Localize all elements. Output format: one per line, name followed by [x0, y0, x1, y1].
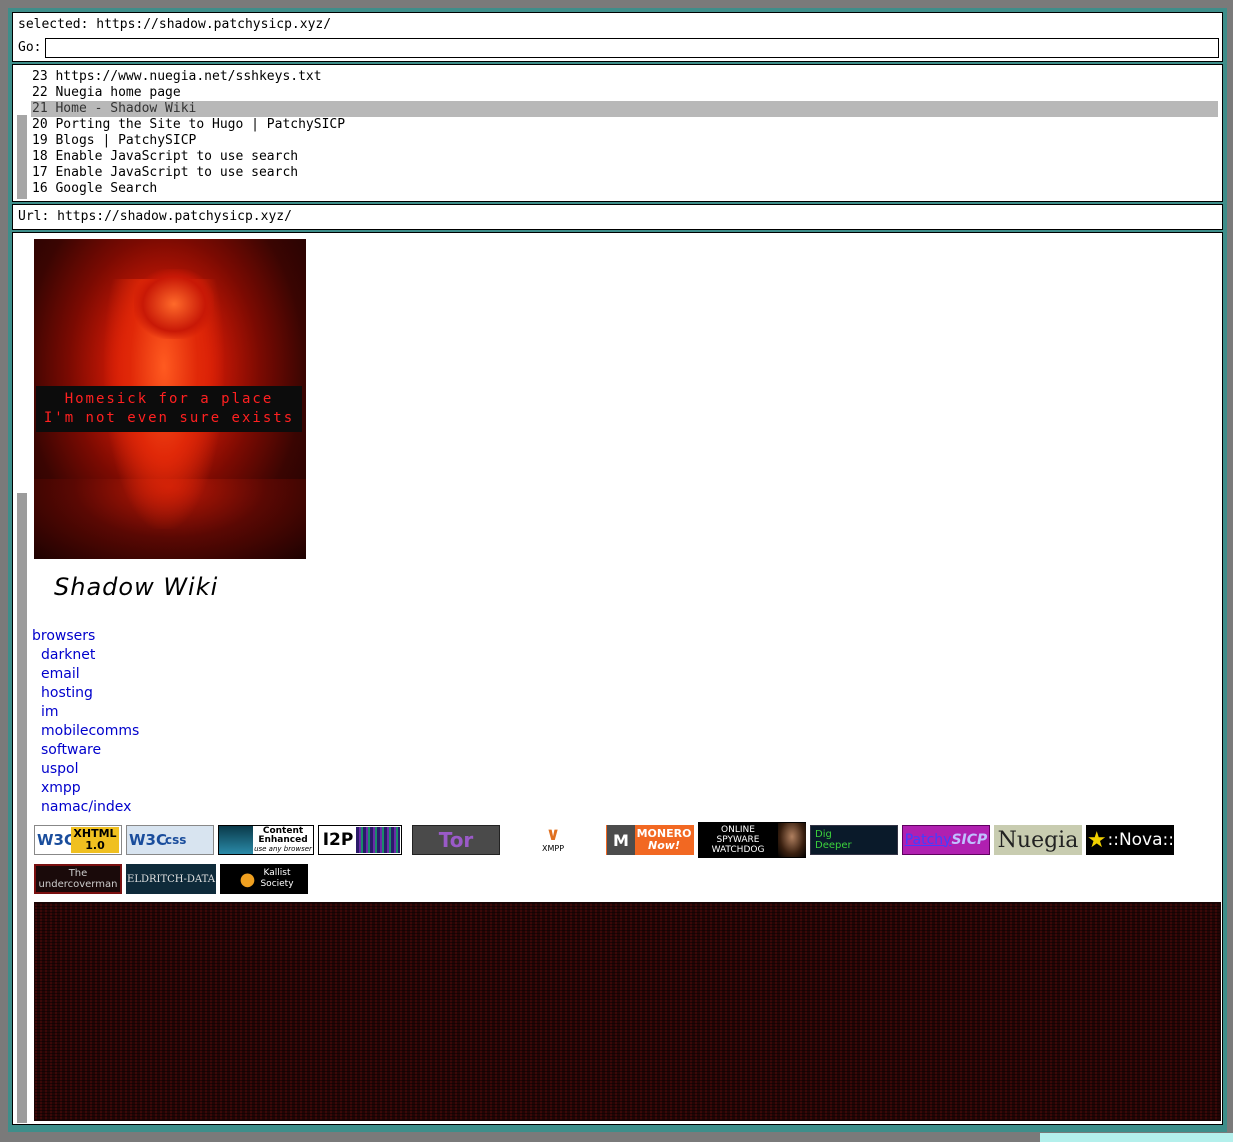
undercoverman-line2: undercoverman [38, 879, 118, 890]
banner-figure-head [134, 269, 214, 339]
undercoverman-text: The undercoverman [39, 868, 118, 890]
nova-text: ::Nova:: [1107, 829, 1174, 850]
history-item[interactable]: 23 https://www.nuegia.net/sshkeys.txt [31, 69, 1218, 85]
dig-line1: Dig [815, 829, 832, 840]
dig-text: Dig Deeper [815, 829, 852, 851]
nav-links: browsers darknet email hosting im mobilecomms… [32, 627, 139, 817]
content-enhanced-badge[interactable]: Content Enhanced use any browser [218, 825, 314, 855]
status-strip [1040, 1133, 1233, 1142]
monero-text: MONERO Now! [635, 828, 693, 852]
nav-link-namac-index[interactable]: namac/index [32, 798, 139, 817]
history-list: 23 https://www.nuegia.net/sshkeys.txt 22 … [31, 69, 1218, 197]
w3c-xhtml-logo: W3C [37, 830, 75, 849]
nav-link-mobilecomms[interactable]: mobilecomms [32, 722, 139, 741]
banner-caption: Homesick for a place I'm not even sure e… [36, 386, 302, 432]
nav-link-hosting[interactable]: hosting [32, 684, 139, 703]
go-label: Go: [18, 40, 42, 55]
banner-image: Homesick for a place I'm not even sure e… [34, 239, 306, 559]
spyware-text: ONLINE SPYWARE WATCHDOG [698, 825, 778, 855]
content-enhanced-text: Content Enhanced use any browser [253, 826, 313, 854]
nav-link-browsers[interactable]: browsers [32, 627, 139, 646]
i2p-badge[interactable]: I2P [318, 825, 402, 855]
undercoverman-badge[interactable]: The undercoverman [34, 864, 122, 894]
spyware-line3: WATCHDOG [711, 845, 765, 855]
w3c-css-logo: W3C [129, 830, 167, 849]
top-panel: selected: https://shadow.patchysicp.xyz/… [12, 12, 1223, 62]
kallist-line1: Kallist [263, 868, 291, 878]
history-item[interactable]: 21 Home - Shadow Wiki [31, 101, 1218, 117]
content-scrollbar[interactable] [17, 233, 27, 1124]
url-panel: Url: https://shadow.patchysicp.xyz/ [12, 204, 1223, 230]
sicp-text: SICP [951, 831, 988, 848]
content-scrollbar-thumb[interactable] [17, 493, 27, 1123]
spyware-line2: SPYWARE [716, 835, 760, 845]
history-item[interactable]: 18 Enable JavaScript to use search [31, 149, 1218, 165]
banner-caption-line2: I'm not even sure exists [43, 410, 295, 426]
history-list-panel: 23 https://www.nuegia.net/sshkeys.txt 22 … [12, 64, 1223, 202]
w3c-css-text: css [165, 832, 187, 847]
w3c-xhtml-text: XHTML 1.0 [71, 827, 119, 853]
current-url: Url: https://shadow.patchysicp.xyz/ [18, 209, 292, 224]
spyware-photo [778, 823, 806, 857]
nav-link-xmpp[interactable]: xmpp [32, 779, 139, 798]
nova-star-icon: ★ [1086, 827, 1107, 853]
i2p-text: I2P [322, 829, 354, 850]
content-enhanced-graphic [219, 826, 253, 854]
nova-badge[interactable]: ★ ::Nova:: [1086, 825, 1174, 855]
monero-line2: Now! [648, 839, 680, 852]
kallist-apple-icon: ● [239, 868, 256, 890]
background-noise-image [34, 902, 1221, 1121]
xmpp-badge[interactable]: ∨ XMPP [510, 825, 596, 855]
xmpp-text: XMPP [541, 843, 565, 853]
selected-url-label: selected: https://shadow.patchysicp.xyz/ [18, 17, 332, 32]
nav-link-software[interactable]: software [32, 741, 139, 760]
w3c-xhtml-badge[interactable]: W3C XHTML 1.0 [34, 825, 122, 855]
badge-row-2: The undercoverman ELDRITCH-DATA ● Kallis… [34, 863, 312, 895]
eldritch-data-badge[interactable]: ELDRITCH-DATA [126, 864, 216, 894]
history-item[interactable]: 22 Nuegia home page [31, 85, 1218, 101]
history-scrollbar[interactable] [17, 65, 27, 201]
history-item[interactable]: 17 Enable JavaScript to use search [31, 165, 1218, 181]
kallist-text: Kallist Society [260, 868, 293, 890]
content-enhanced-line2: Enhanced [258, 834, 308, 845]
patchy-text: Patchy [904, 831, 952, 848]
dig-deeper-badge[interactable]: Dig Deeper [810, 825, 898, 855]
content-enhanced-line3: use any browser [254, 844, 312, 853]
history-scrollbar-thumb[interactable] [17, 115, 27, 199]
history-item[interactable]: 19 Blogs | PatchySICP [31, 133, 1218, 149]
i2p-grid-graphic [356, 827, 400, 853]
nav-link-im[interactable]: im [32, 703, 139, 722]
banner-caption-line1: Homesick for a place [64, 391, 274, 407]
history-item[interactable]: 20 Porting the Site to Hugo | PatchySICP [31, 117, 1218, 133]
nuegia-badge[interactable]: Nuegia [994, 825, 1082, 855]
kallist-line2: Society [260, 879, 294, 889]
nav-link-darknet[interactable]: darknet [32, 646, 139, 665]
tor-badge[interactable]: Tor [412, 825, 500, 855]
dig-line2: Deeper [815, 840, 852, 851]
badge-row-1: W3C XHTML 1.0 W3C css Content Enhanced u… [34, 822, 1178, 858]
patchysicp-badge[interactable]: Patchy SICP [902, 825, 990, 855]
monero-logo-icon: M [607, 825, 635, 855]
history-item[interactable]: 16 Google Search [31, 181, 1218, 197]
nav-link-uspol[interactable]: uspol [32, 760, 139, 779]
nav-link-email[interactable]: email [32, 665, 139, 684]
xmpp-logo-icon: ∨ [545, 825, 561, 845]
monero-badge[interactable]: M MONERO Now! [606, 825, 694, 855]
kallist-society-badge[interactable]: ● Kallist Society [220, 864, 308, 894]
site-title: Shadow Wiki [54, 573, 219, 601]
go-input[interactable] [45, 38, 1219, 58]
undercoverman-line1: The [68, 868, 88, 879]
w3c-css-badge[interactable]: W3C css [126, 825, 214, 855]
spyware-line1: ONLINE [721, 825, 755, 835]
page-content: Homesick for a place I'm not even sure e… [12, 232, 1223, 1125]
spyware-watchdog-badge[interactable]: ONLINE SPYWARE WATCHDOG [698, 822, 806, 858]
